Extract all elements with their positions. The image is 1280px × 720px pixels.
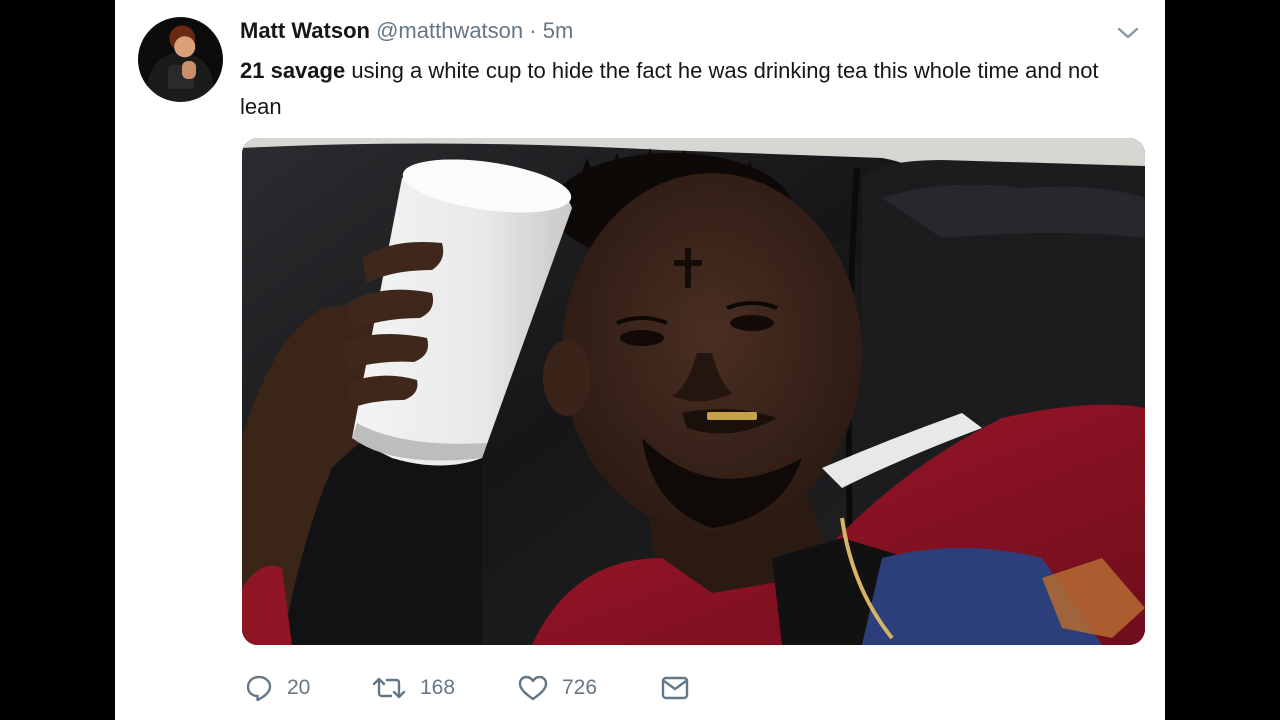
photo-eye-right (730, 315, 774, 331)
envelope-icon (661, 676, 689, 700)
photo-tattoo-horizontal (674, 260, 702, 266)
photo-eye-left (620, 330, 664, 346)
reply-button[interactable]: 20 (244, 668, 310, 708)
tweet-header: Matt Watson @matthwatson · 5m (240, 17, 573, 45)
photo-illustration (242, 138, 1145, 645)
photo-gold-teeth (707, 412, 757, 420)
photo-tattoo-vertical (685, 248, 691, 288)
like-button[interactable]: 726 (517, 668, 597, 708)
tweet-text-bold: 21 savage (240, 58, 346, 83)
retweet-icon (372, 677, 406, 699)
author-avatar[interactable] (138, 17, 223, 102)
chevron-down-icon[interactable] (1116, 23, 1140, 43)
like-count: 726 (562, 676, 598, 699)
tweet-timestamp[interactable]: 5m (543, 18, 574, 43)
direct-message-button[interactable] (660, 668, 690, 708)
reply-count: 20 (287, 676, 311, 699)
author-display-name[interactable]: Matt Watson (240, 18, 370, 43)
retweet-count: 168 (420, 676, 456, 699)
tweet-photo[interactable] (242, 138, 1145, 645)
retweet-button[interactable]: 168 (371, 668, 455, 708)
reply-icon (246, 675, 272, 702)
author-handle[interactable]: @matthwatson (376, 18, 523, 43)
tweet-actions: 20 168 726 (244, 668, 744, 708)
tweet-card: Matt Watson @matthwatson · 5m 21 savage … (115, 0, 1165, 720)
avatar-hand (182, 61, 196, 79)
heart-icon (518, 675, 548, 701)
tweet-text-body: using a white cup to hide the fact he wa… (240, 58, 1099, 119)
tweet-text: 21 savage using a white cup to hide the … (240, 53, 1140, 125)
photo-ear (543, 340, 591, 416)
header-separator: · (529, 18, 537, 43)
